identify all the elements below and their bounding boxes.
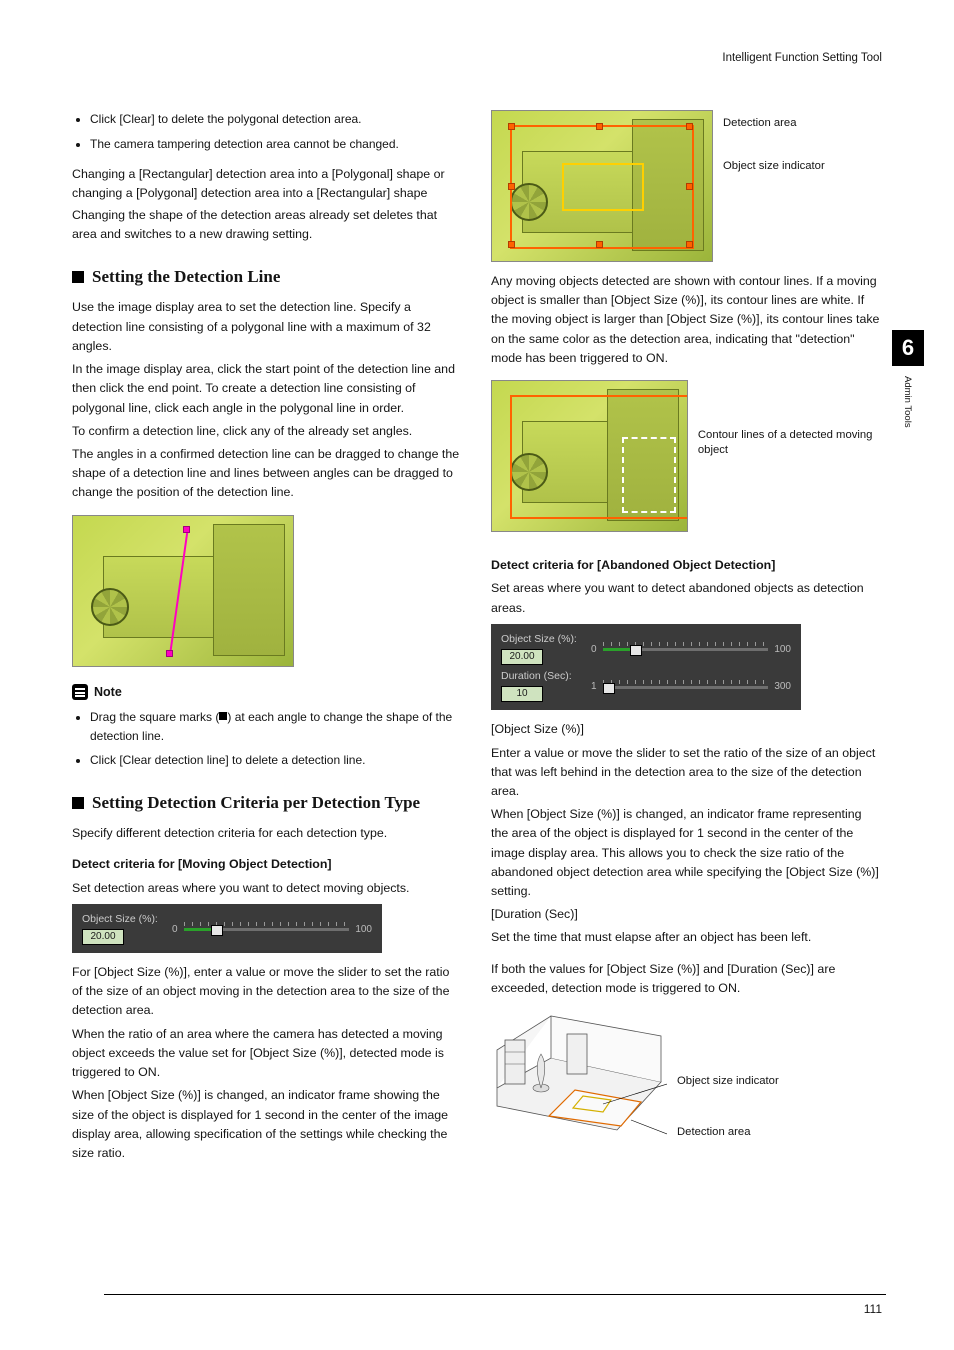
duration-subhead: [Duration (Sec)] [491,905,882,924]
camera-scene [72,515,294,667]
object-size-label: Object Size (%): [501,631,581,647]
note-title: Note [94,683,122,702]
line-handle-bottom [166,650,173,657]
chapter-tab: 6 Admin Tools [892,330,924,428]
indicator-intro: When [Object Size (%)] is changed, an in… [72,1086,463,1163]
page: Intelligent Function Setting Tool 6 Admi… [0,0,954,1350]
camera-scene [491,110,713,262]
control-row-duration: Duration (Sec): 10 1 300 [501,668,791,705]
moving-object-heading: Detect criteria for [Moving Object Detec… [72,855,463,874]
object-size-indicator-box [562,163,644,211]
object-size-slider[interactable] [184,922,350,936]
running-header: Intelligent Function Setting Tool [722,52,882,64]
chapter-number: 6 [892,330,924,366]
control-row: Object Size (%): 20.00 0 100 [82,911,372,948]
line-handle-top [183,526,190,533]
slider-max: 300 [774,679,791,695]
control-left: Duration (Sec): 10 [501,668,581,705]
moving-object-para2b: When the ratio of an area where the came… [72,1025,463,1083]
slider-wrap: 1 300 [591,679,791,695]
abandoned-object-heading: Detect criteria for [Abandoned Object De… [491,556,882,575]
note-bullet-clear-line: Click [Clear detection line] to delete a… [90,751,463,770]
heading-text: Setting the Detection Line [92,264,280,290]
page-number: 111 [864,1302,882,1316]
object-size-input[interactable]: 20.00 [82,929,124,945]
object-size-input[interactable]: 20.00 [501,649,543,665]
callout-detection-area: Detection area [723,116,825,131]
callouts: Detection area Object size indicator [723,110,825,203]
object-size-label: Object Size (%): [82,911,162,927]
slider-wrap: 0 100 [591,642,791,658]
object-size-p2: When [Object Size (%)] is changed, an in… [491,805,882,901]
body-columns: Click [Clear] to delete the polygonal de… [72,110,882,1280]
callouts: Object size indicator Detection area [677,1010,779,1169]
moving-object-para: Set detection areas where you want to de… [72,879,463,898]
line-para-4: The angles in a confirmed detection line… [72,445,463,503]
figure-detection-area: Detection area Object size indicator [491,110,882,262]
heading-text: Setting Detection Criteria per Detection… [92,790,420,816]
bullet-tampering: The camera tampering detection area cann… [90,135,463,154]
chapter-label: Admin Tools [902,376,913,428]
both-exceeded-p: If both the values for [Object Size (%)]… [491,960,882,998]
abandoned-object-para: Set areas where you want to detect aband… [491,579,882,617]
heading-detection-criteria: Setting Detection Criteria per Detection… [72,790,463,816]
moving-object-para2a: For [Object Size (%)], enter a value or … [72,963,463,1021]
note-icon [72,684,88,700]
line-para-1: Use the image display area to set the de… [72,298,463,356]
object-size-subhead: [Object Size (%)] [491,720,882,739]
scene-door [213,524,285,656]
heading-setting-detection-line: Setting the Detection Line [72,264,463,290]
figure-room-illustration: Object size indicator Detection area [491,1010,882,1169]
line-para-2: In the image display area, click the sta… [72,360,463,418]
control-left: Object Size (%): 20.00 [82,911,162,948]
room-drawing [491,1010,667,1160]
duration-input[interactable]: 10 [501,686,543,702]
callouts: Contour lines of a detected moving objec… [698,380,882,487]
control-left: Object Size (%): 20.00 [501,631,581,668]
square-bullet-icon [72,271,84,283]
slider-min: 1 [591,679,597,695]
duration-label: Duration (Sec): [501,668,581,684]
note-bullet-list: Drag the square marks () at each angle t… [72,708,463,770]
callout-contour: Contour lines of a detected moving objec… [698,428,882,459]
callout-size-indicator: Object size indicator [677,1074,779,1089]
note-heading: Note [72,683,463,702]
shape-change-heading: Changing a [Rectangular] detection area … [72,165,463,203]
top-bullet-list: Click [Clear] to delete the polygonal de… [72,110,463,153]
duration-p: Set the time that must elapse after an o… [491,928,882,947]
figure-contour-lines: Contour lines of a detected moving objec… [491,380,882,532]
square-bullet-icon [72,797,84,809]
callout-size-indicator: Object size indicator [723,159,825,174]
duration-slider[interactable] [603,680,769,694]
note-bullet-drag: Drag the square marks () at each angle t… [90,708,463,745]
object-size-p1: Enter a value or move the slider to set … [491,744,882,802]
shape-change-body: Changing the shape of the detection area… [72,206,463,244]
slider-wrap: 0 100 [172,922,372,938]
contour-rect [622,437,676,513]
scene-fan [91,588,129,626]
line-para-3: To confirm a detection line, click any o… [72,422,463,441]
slider-max: 100 [355,922,372,938]
camera-scene [491,380,688,532]
figure-detection-line [72,515,463,667]
contour-para: Any moving objects detected are shown wi… [491,272,882,368]
object-size-slider[interactable] [603,642,769,656]
slider-min: 0 [172,922,178,938]
abandoned-controls: Object Size (%): 20.00 0 100 Duration (S… [491,624,801,711]
criteria-intro: Specify different detection criteria for… [72,824,463,843]
object-size-control: Object Size (%): 20.00 0 100 [72,904,382,953]
slider-max: 100 [774,642,791,658]
bullet-clear-polygon: Click [Clear] to delete the polygonal de… [90,110,463,129]
callout-detection-area: Detection area [677,1125,779,1140]
control-row-size: Object Size (%): 20.00 0 100 [501,631,791,668]
slider-min: 0 [591,642,597,658]
